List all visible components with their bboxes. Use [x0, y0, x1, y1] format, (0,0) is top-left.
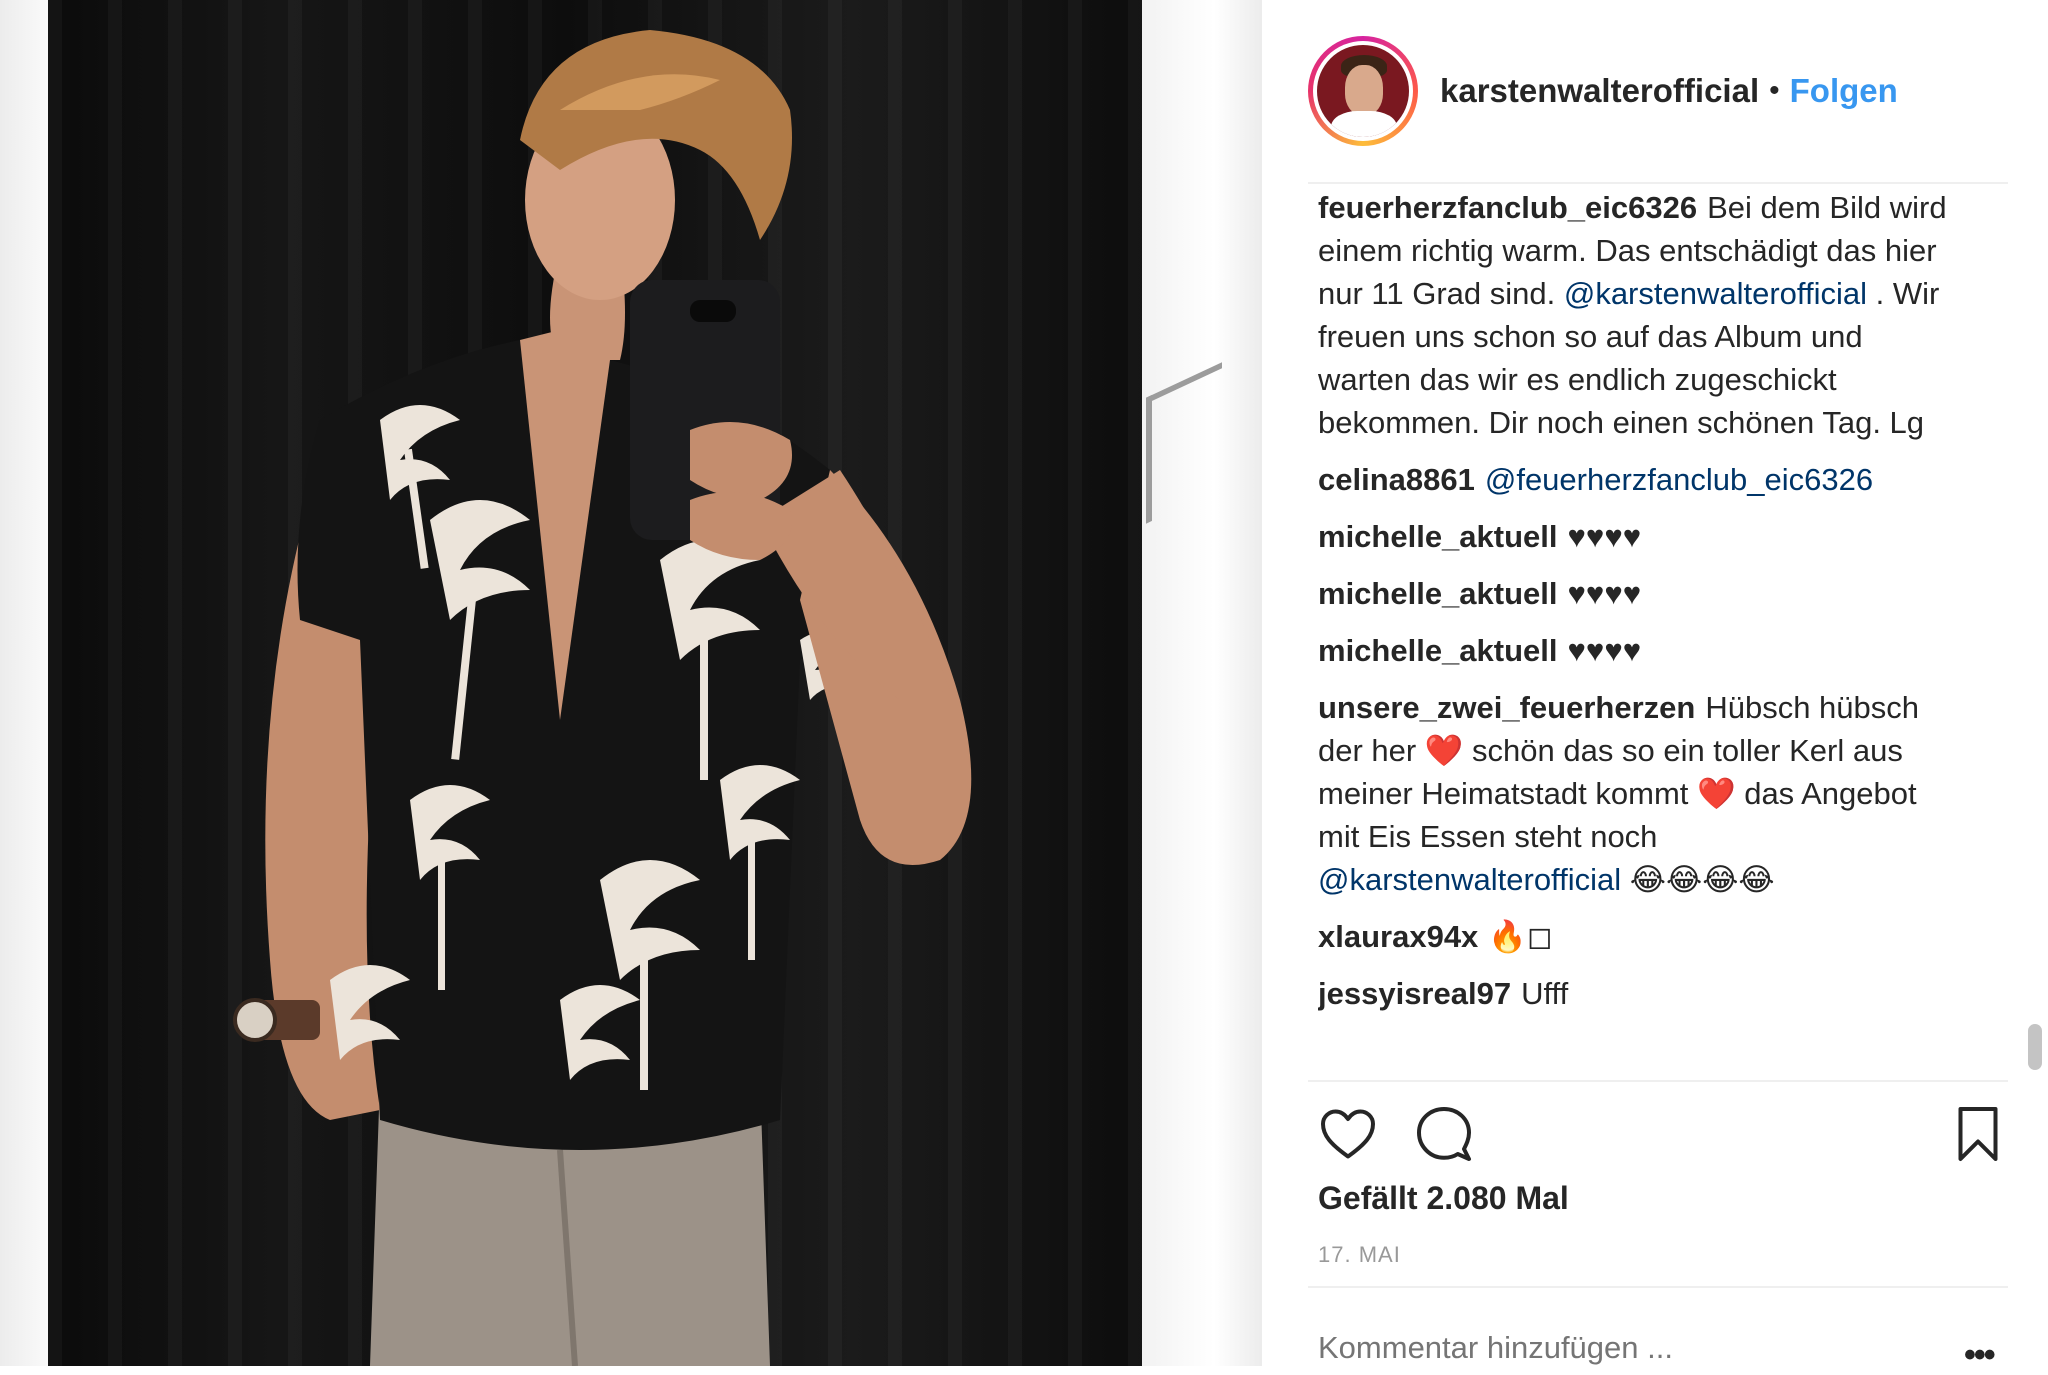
comment-item: michelle_aktuell ♥♥♥♥: [1318, 572, 1958, 615]
avatar-shirt: [1331, 111, 1397, 137]
add-comment-input[interactable]: [1318, 1330, 1888, 1366]
comment-item: michelle_aktuell ♥♥♥♥: [1318, 515, 1958, 558]
header-divider: [1308, 182, 2008, 184]
comments-list[interactable]: feuerherzfanclub_eic6326 Bei dem Bild wir…: [1318, 186, 1958, 1078]
comments-divider: [1308, 1080, 2008, 1082]
post-author-username[interactable]: karstenwalterofficial: [1440, 72, 1759, 110]
post-detail-panel: karstenwalterofficial • Folgen feuerherz…: [1262, 0, 2048, 1374]
comment-item: jessyisreal97 Ufff: [1318, 972, 1958, 1015]
comment-mention-link[interactable]: @karstenwalterofficial: [1564, 276, 1867, 311]
comment-item: celina8861 @feuerherzfanclub_eic6326: [1318, 458, 1958, 501]
bookmark-icon[interactable]: [1948, 1104, 2008, 1164]
footer-divider: [1308, 1286, 2008, 1288]
comment-mention-link[interactable]: @feuerherzfanclub_eic6326: [1485, 462, 1873, 497]
like-count[interactable]: Gefällt 2.080 Mal: [1318, 1180, 1569, 1217]
story-ring[interactable]: [1308, 36, 1418, 146]
comment-item: feuerherzfanclub_eic6326 Bei dem Bild wir…: [1318, 186, 1958, 444]
comment-item: michelle_aktuell ♥♥♥♥: [1318, 629, 1958, 672]
separator-dot: •: [1769, 74, 1780, 107]
heart-icon[interactable]: [1318, 1104, 1378, 1164]
comment-item: unsere_zwei_feuerherzen Hübsch hübsch der…: [1318, 686, 1958, 901]
avatar-border: [1313, 41, 1413, 141]
follow-button[interactable]: Folgen: [1790, 72, 1898, 110]
more-options-icon[interactable]: •••: [1964, 1336, 1996, 1375]
comment-username[interactable]: michelle_aktuell: [1318, 576, 1558, 611]
comment-text: ♥♥♥♥: [1567, 633, 1642, 668]
post-photo[interactable]: [0, 0, 1262, 1366]
comment-text: ♥♥♥♥: [1567, 576, 1642, 611]
avatar[interactable]: [1317, 45, 1409, 137]
comment-text: ♥♥♥♥: [1567, 519, 1642, 554]
comment-mention-link[interactable]: @karstenwalterofficial: [1318, 862, 1621, 897]
comment-username[interactable]: michelle_aktuell: [1318, 519, 1558, 554]
comment-username[interactable]: jessyisreal97: [1318, 976, 1511, 1011]
avatar-face: [1345, 65, 1383, 115]
comment-username[interactable]: feuerherzfanclub_eic6326: [1318, 190, 1697, 225]
comment-text: 🔥◻: [1488, 919, 1553, 954]
comment-username[interactable]: michelle_aktuell: [1318, 633, 1558, 668]
comments-scrollbar[interactable]: [2028, 1024, 2042, 1070]
comment-icon[interactable]: [1414, 1104, 1474, 1164]
comment-username[interactable]: xlaurax94x: [1318, 919, 1478, 954]
post-date[interactable]: 17. MAI: [1318, 1242, 1401, 1268]
post-header: karstenwalterofficial • Folgen: [1308, 0, 2008, 182]
post-actions-bar: [1318, 1104, 2008, 1164]
comment-text: Ufff: [1521, 976, 1569, 1011]
comment-item: xlaurax94x 🔥◻: [1318, 915, 1958, 958]
comment-username[interactable]: celina8861: [1318, 462, 1475, 497]
comment-text-continued: 😂😂😂😂: [1621, 862, 1775, 897]
comment-username[interactable]: unsere_zwei_feuerherzen: [1318, 690, 1695, 725]
man-taking-mirror-selfie: [0, 0, 1262, 1366]
